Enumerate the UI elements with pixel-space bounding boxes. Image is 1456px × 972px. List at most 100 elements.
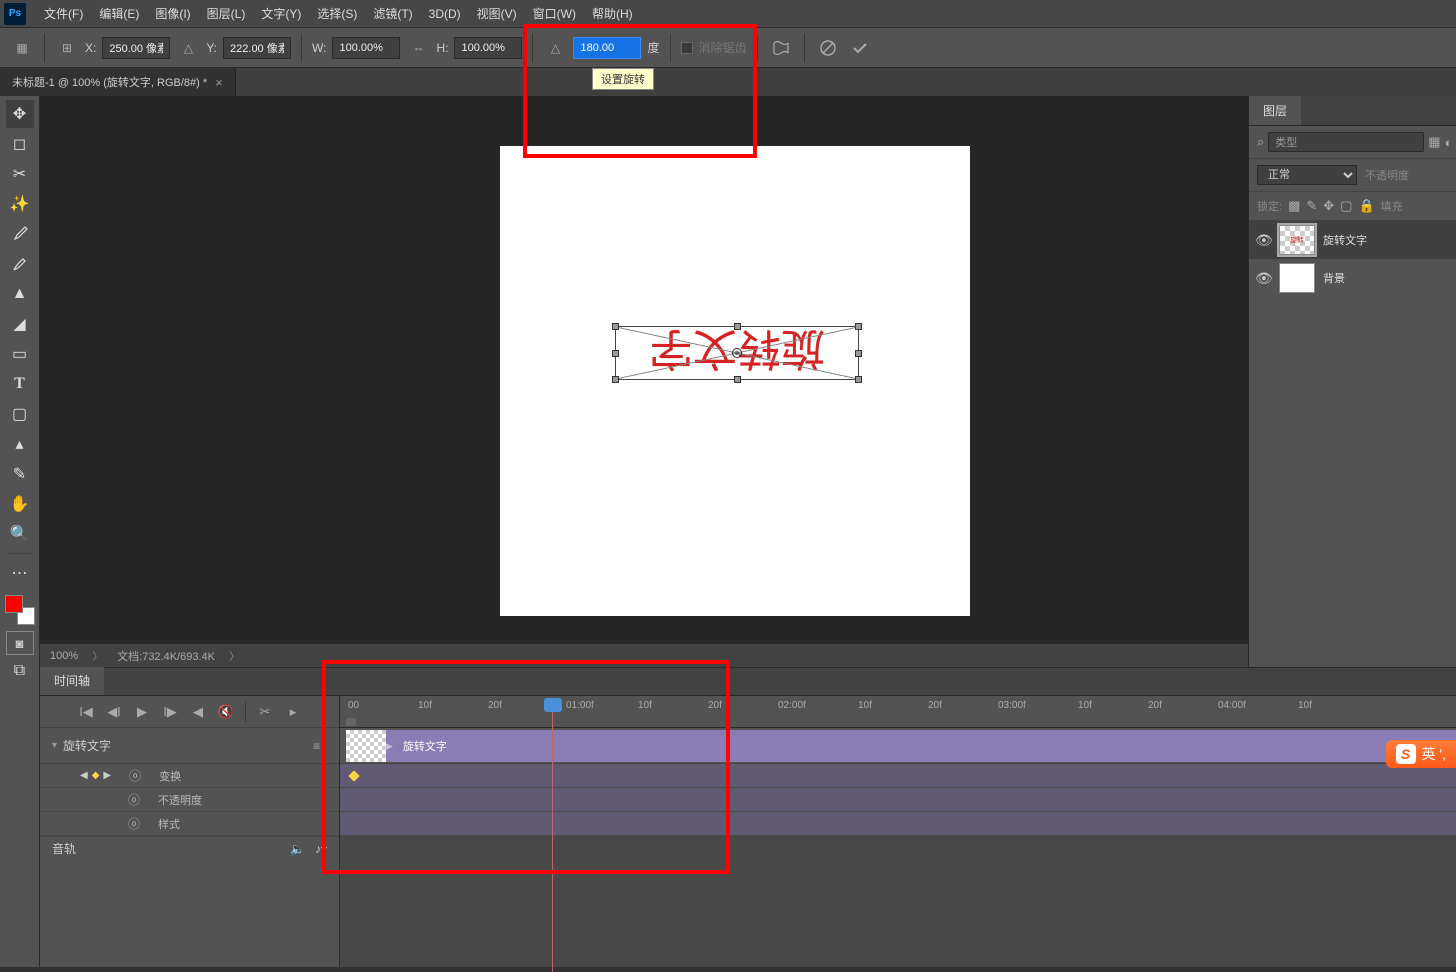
blend-mode-select[interactable]: 正常	[1257, 165, 1357, 185]
reference-point-icon[interactable]: ⊞	[55, 36, 79, 60]
cancel-transform-icon[interactable]	[815, 35, 841, 61]
transition-icon[interactable]: ▸	[284, 703, 302, 721]
timeline-prop-style[interactable]: ⓞ 样式	[40, 812, 339, 836]
foreground-color-swatch[interactable]	[5, 595, 23, 613]
layer-thumbnail[interactable]	[1279, 263, 1315, 293]
lock-artboard-icon[interactable]: ▢	[1340, 198, 1352, 214]
eyedropper-tool-icon[interactable]	[6, 220, 34, 248]
rotation-input[interactable]	[573, 37, 641, 59]
swap-xy-icon[interactable]: △	[176, 36, 200, 60]
antialias-checkbox[interactable]	[681, 42, 693, 54]
layer-thumbnail[interactable]: 旋转	[1279, 225, 1315, 255]
stopwatch-icon[interactable]: ⓞ	[128, 791, 140, 808]
handle-bot-mid[interactable]	[734, 323, 741, 330]
first-frame-icon[interactable]: I◀	[77, 703, 95, 721]
zoom-tool-icon[interactable]: 🔍	[6, 520, 34, 548]
transform-bounding-box[interactable]: 旋转文字	[615, 326, 859, 380]
transform-mode-icon[interactable]: ▦	[10, 36, 34, 60]
ime-indicator[interactable]: S 英 ',	[1386, 740, 1456, 768]
shape-tool-icon[interactable]: ▢	[6, 400, 34, 428]
stopwatch-icon[interactable]: ⓞ	[129, 767, 141, 784]
timeline-tracks-area[interactable]: 00 10f 20f 01:00f 10f 20f 02:00f 10f 20f…	[340, 696, 1456, 967]
lock-all-icon[interactable]: 🔒	[1358, 198, 1374, 214]
layers-tab[interactable]: 图层	[1249, 96, 1301, 125]
menu-file[interactable]: 文件(F)	[36, 1, 91, 26]
split-icon[interactable]: ✂	[256, 703, 274, 721]
quick-mask-icon[interactable]: ◙	[6, 631, 34, 655]
lock-pixels-icon[interactable]: ▩	[1288, 198, 1300, 214]
video-track[interactable]: ▶ 旋转文字	[340, 728, 1456, 764]
visibility-icon[interactable]: 👁	[1255, 232, 1271, 249]
menu-select[interactable]: 选择(S)	[309, 1, 365, 26]
expand-icon[interactable]: ▾	[52, 740, 57, 751]
layer-name-label[interactable]: 旋转文字	[1323, 232, 1367, 248]
handle-top-left[interactable]	[855, 376, 862, 383]
layer-filter-input[interactable]	[1268, 132, 1424, 152]
next-frame-icon[interactable]: I▶	[161, 703, 179, 721]
audio-menu-icon[interactable]: ♪▾	[315, 842, 327, 856]
doc-info[interactable]: 文档:732.4K/693.4K	[117, 648, 215, 664]
hand-tool-icon[interactable]: ✋	[6, 490, 34, 518]
marquee-tool-icon[interactable]: ◻	[6, 130, 34, 158]
style-track[interactable]	[340, 812, 1456, 836]
track-menu-icon[interactable]: ≡	[313, 739, 327, 753]
handle-mid-left[interactable]	[855, 350, 862, 357]
zoom-level[interactable]: 100%	[50, 650, 78, 662]
status-arrow-icon[interactable]: 〉	[229, 648, 240, 664]
color-swatches[interactable]	[5, 595, 35, 625]
document-tab[interactable]: 未标题-1 @ 100% (旋转文字, RGB/8#) * ×	[0, 68, 236, 96]
x-input[interactable]	[102, 37, 170, 59]
canvas[interactable]: 旋转文字	[500, 146, 970, 616]
warp-mode-icon[interactable]	[768, 35, 794, 61]
anchor-point[interactable]	[732, 348, 742, 358]
stopwatch-icon[interactable]: ⓞ	[128, 815, 140, 832]
path-select-tool-icon[interactable]: ▴	[6, 430, 34, 458]
menu-3d[interactable]: 3D(D)	[421, 3, 469, 25]
audio-track-row[interactable]: 音轨 🔈 ♪▾	[40, 836, 339, 860]
eraser-tool-icon[interactable]: ◢	[6, 310, 34, 338]
handle-bot-left[interactable]	[855, 323, 862, 330]
layer-row[interactable]: 👁 背景	[1249, 259, 1456, 297]
menu-filter[interactable]: 滤镜(T)	[365, 1, 420, 26]
opacity-track[interactable]	[340, 788, 1456, 812]
timeline-ruler[interactable]: 00 10f 20f 01:00f 10f 20f 02:00f 10f 20f…	[340, 696, 1456, 728]
type-tool-icon[interactable]: T	[6, 370, 34, 398]
speaker-icon[interactable]: 🔇	[217, 703, 235, 721]
layer-row[interactable]: 👁 旋转 旋转文字	[1249, 221, 1456, 259]
handle-bot-right[interactable]	[612, 323, 619, 330]
menu-window[interactable]: 窗口(W)	[525, 1, 584, 26]
stamp-tool-icon[interactable]: ▲	[6, 280, 34, 308]
h-input[interactable]	[454, 37, 522, 59]
magic-wand-tool-icon[interactable]: ✨	[6, 190, 34, 218]
menu-layer[interactable]: 图层(L)	[199, 1, 254, 26]
loop-icon[interactable]: ◀	[189, 703, 207, 721]
video-clip[interactable]: ▶ 旋转文字	[346, 730, 1456, 762]
status-arrow-icon[interactable]: 〉	[92, 648, 103, 664]
lock-brush-icon[interactable]: ✎	[1306, 198, 1317, 214]
layer-name-label[interactable]: 背景	[1323, 270, 1345, 286]
visibility-icon[interactable]: 👁	[1255, 270, 1271, 287]
timeline-prop-transform[interactable]: ◀◆▶ ⓞ 变换	[40, 764, 339, 788]
timeline-tab[interactable]: 时间轴	[40, 666, 104, 695]
filter-adjust-icon[interactable]: ◐	[1445, 133, 1453, 151]
close-tab-icon[interactable]: ×	[215, 75, 223, 90]
lasso-tool-icon[interactable]: ✂	[6, 160, 34, 188]
gradient-tool-icon[interactable]: ▭	[6, 340, 34, 368]
menu-help[interactable]: 帮助(H)	[584, 1, 641, 26]
timeline-layer-row[interactable]: ▾ 旋转文字 ≡	[40, 728, 339, 764]
screen-mode-icon[interactable]: ⧉	[6, 657, 34, 685]
transform-track[interactable]	[340, 764, 1456, 788]
commit-transform-icon[interactable]	[847, 35, 873, 61]
keyframe-diamond[interactable]	[348, 770, 359, 781]
menu-image[interactable]: 图像(I)	[147, 1, 198, 26]
current-time-indicator[interactable]	[544, 698, 562, 712]
timeline-prop-opacity[interactable]: ⓞ 不透明度	[40, 788, 339, 812]
link-wh-icon[interactable]: ⇔	[406, 36, 430, 60]
pen-tool-icon[interactable]: ✎	[6, 460, 34, 488]
brush-tool-icon[interactable]	[6, 250, 34, 278]
work-area-start[interactable]	[346, 718, 356, 726]
menu-type[interactable]: 文字(Y)	[253, 1, 309, 26]
prev-frame-icon[interactable]: ◀I	[105, 703, 123, 721]
handle-top-right[interactable]	[612, 376, 619, 383]
handle-mid-right[interactable]	[612, 350, 619, 357]
